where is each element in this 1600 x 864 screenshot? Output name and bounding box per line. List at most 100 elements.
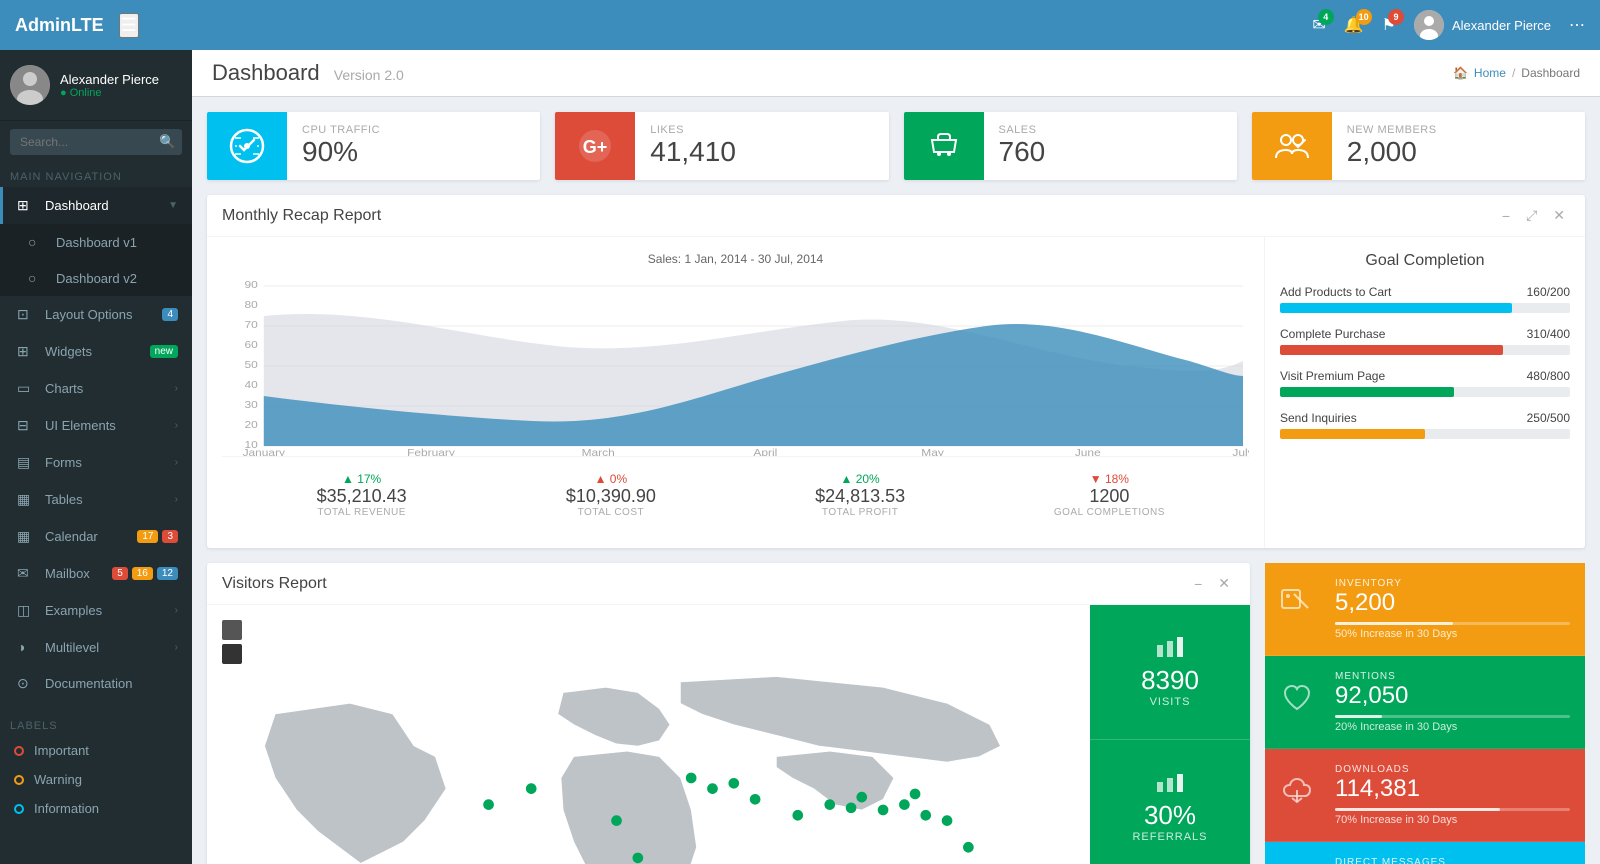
- sidebar-toggle[interactable]: ☰: [119, 13, 139, 38]
- notifications-icon[interactable]: 🔔 10: [1344, 15, 1364, 35]
- label-dot-cyan: [14, 804, 24, 814]
- label-item-important[interactable]: Important: [0, 736, 192, 765]
- chevron-right-icon: ›: [175, 494, 178, 505]
- sidebar-item-tables[interactable]: ▦ Tables ›: [0, 481, 192, 518]
- panel-expand-btn[interactable]: ⤢: [1521, 205, 1542, 226]
- sidebar-username: Alexander Pierce: [60, 72, 159, 87]
- sidebar-item-dashboard-v1[interactable]: ○ Dashboard v1: [0, 224, 192, 260]
- monthly-recap-body: Sales: 1 Jan, 2014 - 30 Jul, 2014 90 80 …: [207, 237, 1585, 548]
- monthly-recap-panel: Monthly Recap Report − ⤢ ✕ Sales: 1 Jan,…: [207, 195, 1585, 548]
- mentions-label: MENTIONS: [1335, 671, 1570, 682]
- sidebar-user-info: Alexander Pierce ● Online: [60, 72, 159, 99]
- svg-text:40: 40: [245, 380, 258, 391]
- sidebar-item-label: Tables: [45, 492, 175, 507]
- sidebar-item-ui[interactable]: ⊟ UI Elements ›: [0, 407, 192, 444]
- notif-badge: 10: [1356, 9, 1372, 25]
- goal-bar-premium: [1280, 387, 1570, 397]
- right-stats-column: INVENTORY 5,200 50% Increase in 30 Days: [1265, 563, 1585, 864]
- sidebar-item-charts[interactable]: ▭ Charts ›: [0, 370, 192, 407]
- sidebar-item-mailbox[interactable]: ✉ Mailbox 5 16 12: [0, 555, 192, 592]
- sidebar-search-box: 🔍: [0, 121, 192, 163]
- mentions-bar-fill: [1335, 715, 1382, 718]
- sidebar-item-widgets[interactable]: ⊞ Widgets new: [0, 333, 192, 370]
- likes-label: LIKES: [650, 124, 873, 136]
- members-label: NEW MEMBERS: [1347, 124, 1570, 136]
- visitors-close-btn[interactable]: ✕: [1213, 573, 1235, 594]
- svg-text:July: July: [1232, 448, 1249, 456]
- mentions-content: MENTIONS 92,050 20% Increase in 30 Days: [1335, 671, 1570, 733]
- goal-fill-premium: [1280, 387, 1454, 397]
- label-item-information[interactable]: Information: [0, 794, 192, 823]
- revenue-change: ▲ 17%: [237, 472, 486, 486]
- goal-bar-cart: [1280, 303, 1570, 313]
- mentions-subtitle: 20% Increase in 30 Days: [1335, 721, 1570, 733]
- circle-icon: ○: [28, 270, 48, 286]
- sales-label: SALES: [999, 124, 1222, 136]
- stat-box-members: NEW MEMBERS 2,000: [1252, 112, 1585, 180]
- sidebar-item-dashboard-v2[interactable]: ○ Dashboard v2: [0, 260, 192, 296]
- multilevel-icon: ◑: [17, 639, 37, 655]
- chart-section: Sales: 1 Jan, 2014 - 30 Jul, 2014 90 80 …: [207, 237, 1265, 548]
- downloads-card: DOWNLOADS 114,381 70% Increase in 30 Day…: [1265, 749, 1585, 842]
- likes-stat-info: LIKES 41,410: [635, 112, 888, 180]
- map-toggle-2[interactable]: [222, 644, 242, 664]
- downloads-label: DOWNLOADS: [1335, 764, 1570, 775]
- sidebar-item-layout[interactable]: ⊡ Layout Options 4: [0, 296, 192, 333]
- label-item-warning[interactable]: Warning: [0, 765, 192, 794]
- chart-stat-profit: ▲ 20% $24,813.53 TOTAL PROFIT: [736, 472, 985, 518]
- documentation-icon: ⊙: [17, 675, 37, 692]
- chevron-right-icon: ›: [175, 605, 178, 616]
- chevron-right-icon: ›: [175, 642, 178, 653]
- goal-value: 160/200: [1527, 285, 1570, 299]
- cpu-icon-box: [207, 112, 287, 180]
- breadcrumb-current: Dashboard: [1521, 66, 1580, 80]
- circle-icon: ○: [28, 234, 48, 250]
- inventory-subtitle: 50% Increase in 30 Days: [1335, 628, 1570, 640]
- share-icon[interactable]: ⋯: [1569, 15, 1585, 35]
- svg-text:80: 80: [245, 300, 258, 311]
- flag-icon[interactable]: ⚑ 9: [1382, 15, 1396, 35]
- heart-icon: [1280, 681, 1320, 723]
- goal-item-cart: Add Products to Cart 160/200: [1280, 285, 1570, 313]
- sidebar-item-calendar[interactable]: ▦ Calendar 17 3: [0, 518, 192, 555]
- sidebar-item-label: Forms: [45, 455, 175, 470]
- messages-content: DIRECT MESSAGES 163,921 40% Increase in …: [1335, 857, 1570, 864]
- downloads-subtitle: 70% Increase in 30 Days: [1335, 814, 1570, 826]
- sales-stat-info: SALES 760: [984, 112, 1237, 180]
- stat-box-sales: SALES 760: [904, 112, 1237, 180]
- chart-container: 90 80 70 60 50 40 30 20 10: [222, 276, 1249, 456]
- panel-tools: − ⤢ ✕: [1497, 205, 1570, 226]
- panel-close-btn[interactable]: ✕: [1548, 205, 1570, 226]
- sidebar-item-examples[interactable]: ◫ Examples ›: [0, 592, 192, 629]
- visits-value: 8390: [1141, 665, 1199, 696]
- goals-amount: 1200: [985, 486, 1234, 507]
- inventory-bar-fill: [1335, 622, 1453, 625]
- sales-icon-box: [904, 112, 984, 180]
- sidebar-item-multilevel[interactable]: ◑ Multilevel ›: [0, 629, 192, 665]
- referrals-stat: 30% REFERRALS: [1090, 740, 1250, 864]
- goal-name: Send Inquiries: [1280, 411, 1357, 425]
- flag-badge: 9: [1388, 9, 1404, 25]
- chart-stats: ▲ 17% $35,210.43 TOTAL REVENUE ▲ 0% $10,…: [222, 456, 1249, 533]
- stat-box-cpu: CPU TRAFFIC 90%: [207, 112, 540, 180]
- sidebar-item-label: Dashboard: [45, 198, 168, 213]
- sidebar-item-forms[interactable]: ▤ Forms ›: [0, 444, 192, 481]
- tables-icon: ▦: [17, 491, 37, 508]
- user-menu[interactable]: Alexander Pierce: [1414, 10, 1551, 40]
- inventory-value: 5,200: [1335, 589, 1570, 617]
- map-toggle-1[interactable]: [222, 620, 242, 640]
- search-input[interactable]: [10, 129, 182, 155]
- search-button[interactable]: 🔍: [159, 134, 176, 150]
- breadcrumb-home-link[interactable]: Home: [1474, 66, 1506, 80]
- visitors-stats-sidebar: 8390 VISITS: [1090, 605, 1250, 864]
- chart-stat-goals: ▼ 18% 1200 GOAL COMPLETIONS: [985, 472, 1234, 518]
- inventory-content: INVENTORY 5,200 50% Increase in 30 Days: [1335, 578, 1570, 640]
- sidebar-item-dashboard[interactable]: ⊞ Dashboard ▼: [0, 187, 192, 224]
- charts-icon: ▭: [17, 380, 37, 397]
- panel-minimize-btn[interactable]: −: [1497, 205, 1515, 226]
- mailbox-icon: ✉: [17, 565, 37, 582]
- widgets-icon: ⊞: [17, 343, 37, 360]
- visitors-minimize-btn[interactable]: −: [1189, 573, 1207, 594]
- mail-icon[interactable]: ✉ 4: [1312, 15, 1325, 35]
- sidebar-item-documentation[interactable]: ⊙ Documentation: [0, 665, 192, 702]
